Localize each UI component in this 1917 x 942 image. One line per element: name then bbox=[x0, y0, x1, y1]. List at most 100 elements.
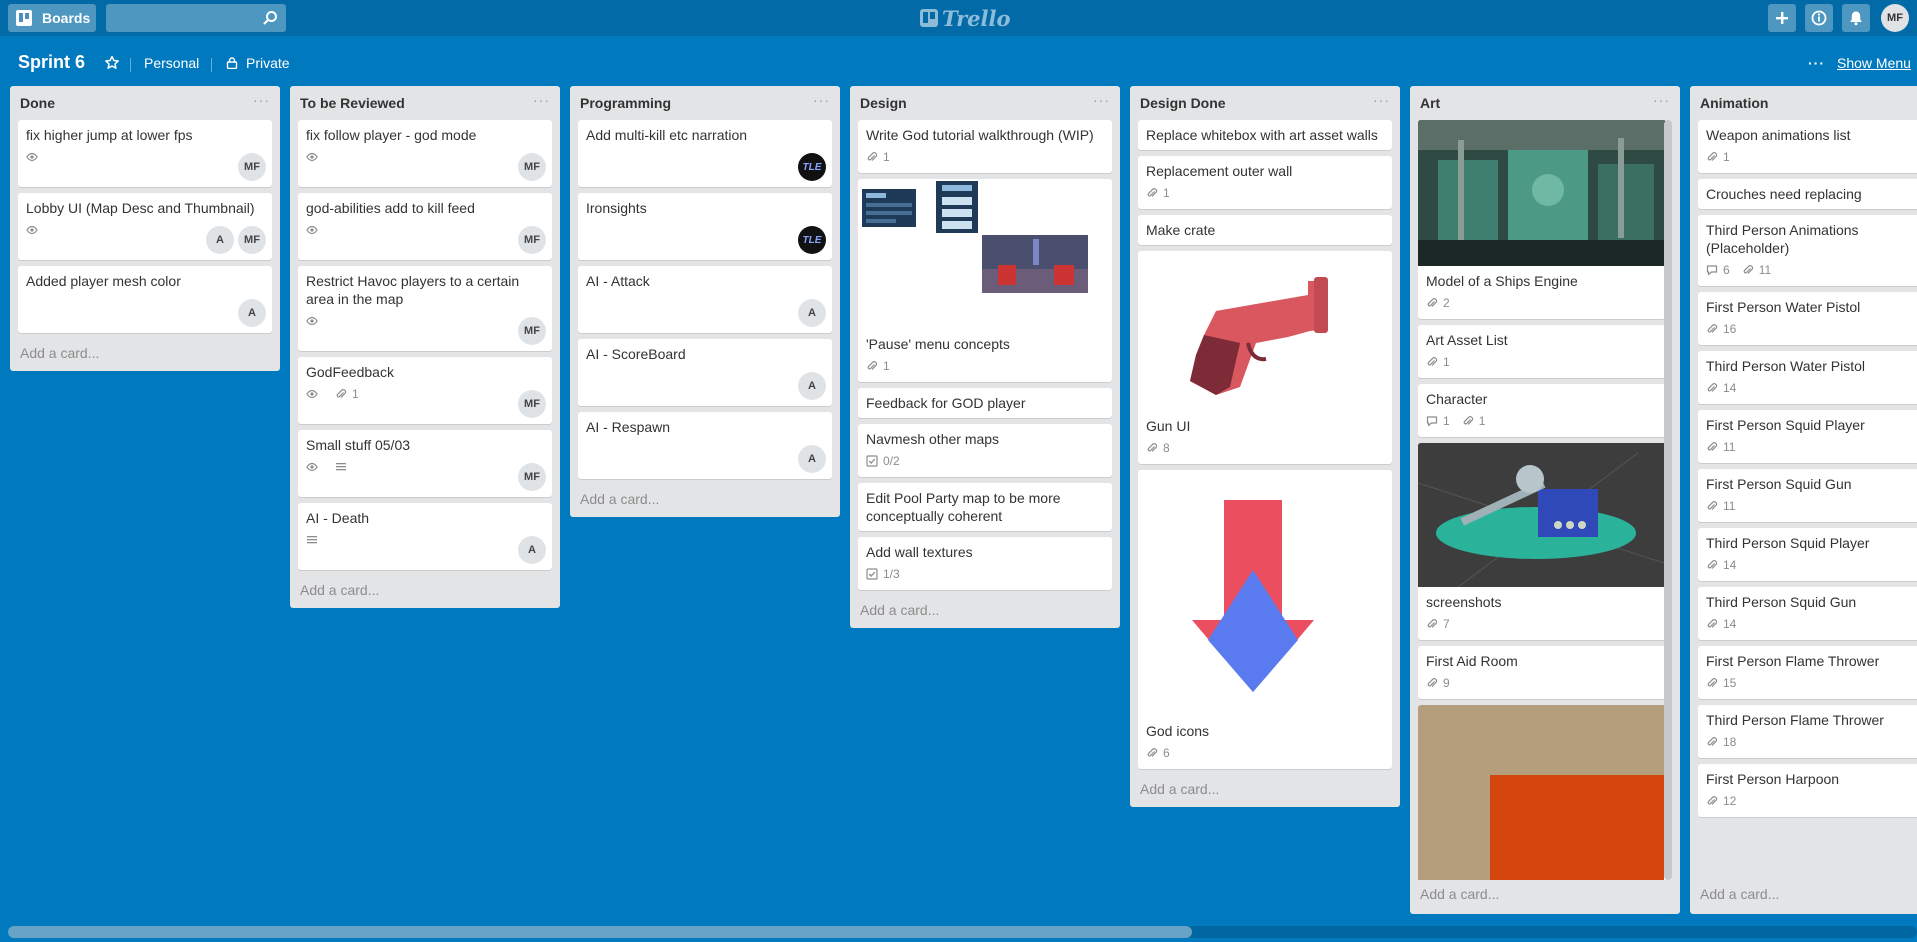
board-team-button[interactable]: Personal bbox=[144, 55, 199, 71]
trello-logo[interactable]: Trello bbox=[920, 6, 1011, 31]
card-title: AI - Respawn bbox=[586, 419, 671, 435]
board-scrollbar-thumb[interactable] bbox=[8, 926, 1192, 938]
card[interactable]: Added player mesh color A bbox=[18, 266, 272, 333]
user-avatar[interactable]: MF bbox=[1881, 4, 1909, 32]
card[interactable]: God icons 6 bbox=[1138, 470, 1392, 769]
board-title[interactable]: Sprint 6 bbox=[18, 52, 85, 73]
boards-button[interactable]: Boards bbox=[8, 4, 96, 32]
card[interactable]: Third Person Squid Player 14 bbox=[1698, 528, 1917, 581]
list-title[interactable]: Programming bbox=[580, 95, 671, 111]
avatar[interactable]: TLE bbox=[798, 226, 826, 254]
search-input[interactable] bbox=[106, 4, 286, 32]
board-visibility-button[interactable]: Private bbox=[226, 55, 290, 71]
list-title[interactable]: Design Done bbox=[1140, 95, 1226, 111]
list-menu-icon[interactable]: ··· bbox=[1373, 92, 1390, 108]
card[interactable]: 'Pause' menu concepts 1 bbox=[858, 179, 1112, 382]
card[interactable]: First Person Squid Gun 11 bbox=[1698, 469, 1917, 522]
card[interactable]: AI - Death A bbox=[298, 503, 552, 570]
avatar[interactable]: MF bbox=[518, 317, 546, 345]
card[interactable]: Ironsights TLE bbox=[578, 193, 832, 260]
card-title: AI - ScoreBoard bbox=[586, 346, 686, 362]
add-card-button[interactable]: Add a card... bbox=[1690, 880, 1917, 912]
card[interactable]: Weapon animations list 1 bbox=[1698, 120, 1917, 173]
card[interactable]: Third Person Water Pistol 14 bbox=[1698, 351, 1917, 404]
card[interactable]: First Aid Room 9 bbox=[1418, 646, 1666, 699]
avatar[interactable]: A bbox=[798, 445, 826, 473]
info-button[interactable] bbox=[1805, 4, 1833, 32]
avatar[interactable]: TLE bbox=[798, 153, 826, 181]
list-menu-icon[interactable]: ··· bbox=[813, 92, 830, 108]
avatar[interactable]: A bbox=[238, 299, 266, 327]
avatar[interactable]: A bbox=[798, 372, 826, 400]
card[interactable]: First Person Water Pistol 16 bbox=[1698, 292, 1917, 345]
card[interactable] bbox=[1418, 705, 1666, 880]
card[interactable]: Character 1 1 bbox=[1418, 384, 1666, 437]
card-title: First Person Squid Player bbox=[1706, 417, 1865, 433]
card[interactable]: Add multi-kill etc narration TLE bbox=[578, 120, 832, 187]
search-icon[interactable] bbox=[262, 10, 278, 26]
card[interactable]: fix follow player - god mode MF bbox=[298, 120, 552, 187]
add-card-button[interactable]: Add a card... bbox=[1410, 880, 1680, 912]
card[interactable]: Edit Pool Party map to be more conceptua… bbox=[858, 483, 1112, 531]
card[interactable]: fix higher jump at lower fps MF bbox=[18, 120, 272, 187]
attachment-count: 1 bbox=[883, 359, 890, 373]
avatar[interactable]: A bbox=[518, 536, 546, 564]
list-menu-icon[interactable]: ··· bbox=[533, 92, 550, 108]
card[interactable]: Model of a Ships Engine 2 bbox=[1418, 120, 1666, 319]
avatar[interactable]: MF bbox=[238, 226, 266, 254]
card[interactable]: GodFeedback 1 MF bbox=[298, 357, 552, 424]
card[interactable]: Make crate bbox=[1138, 215, 1392, 245]
card[interactable]: Lobby UI (Map Desc and Thumbnail) A MF bbox=[18, 193, 272, 260]
paperclip-icon bbox=[1427, 357, 1438, 366]
add-card-button[interactable]: Add a card... bbox=[290, 576, 560, 608]
avatar[interactable]: MF bbox=[518, 153, 546, 181]
show-menu-button[interactable]: ··· Show Menu bbox=[1808, 55, 1911, 71]
card[interactable]: Art Asset List 1 bbox=[1418, 325, 1666, 378]
add-card-button[interactable]: Add a card... bbox=[850, 596, 1120, 628]
list-title[interactable]: Done bbox=[20, 95, 55, 111]
avatar[interactable]: MF bbox=[518, 463, 546, 491]
card[interactable]: god-abilities add to kill feed MF bbox=[298, 193, 552, 260]
card[interactable]: Feedback for GOD player bbox=[858, 388, 1112, 418]
card[interactable]: AI - Respawn A bbox=[578, 412, 832, 479]
list-header: Art ··· bbox=[1410, 86, 1680, 120]
add-card-button[interactable]: Add a card... bbox=[10, 339, 280, 371]
card[interactable]: Third Person Squid Gun 14 bbox=[1698, 587, 1917, 640]
card[interactable]: Gun UI 8 bbox=[1138, 251, 1392, 464]
card[interactable]: Add wall textures 1/3 bbox=[858, 537, 1112, 590]
star-icon[interactable] bbox=[104, 55, 120, 71]
card[interactable]: Crouches need replacing bbox=[1698, 179, 1917, 209]
card[interactable]: Write God tutorial walkthrough (WIP) 1 bbox=[858, 120, 1112, 173]
card[interactable]: First Person Squid Player 11 bbox=[1698, 410, 1917, 463]
card[interactable]: screenshots 7 bbox=[1418, 443, 1666, 640]
card[interactable]: First Person Flame Thrower 15 bbox=[1698, 646, 1917, 699]
add-card-button[interactable]: Add a card... bbox=[570, 485, 840, 517]
card[interactable]: Third Person Animations (Placeholder) 6 … bbox=[1698, 215, 1917, 286]
list-menu-icon[interactable]: ··· bbox=[1653, 92, 1670, 108]
add-card-button[interactable]: Add a card... bbox=[1130, 775, 1400, 807]
list-title[interactable]: Animation bbox=[1700, 95, 1768, 111]
list-menu-icon[interactable]: ··· bbox=[253, 92, 270, 108]
avatar[interactable]: MF bbox=[518, 226, 546, 254]
avatar[interactable]: MF bbox=[238, 153, 266, 181]
notifications-button[interactable] bbox=[1842, 4, 1870, 32]
card[interactable]: Third Person Flame Thrower 18 bbox=[1698, 705, 1917, 758]
card[interactable]: Restrict Havoc players to a certain area… bbox=[298, 266, 552, 351]
list-title[interactable]: To be Reviewed bbox=[300, 95, 405, 111]
card[interactable]: First Person Harpoon 12 bbox=[1698, 764, 1917, 817]
add-button[interactable] bbox=[1768, 4, 1796, 32]
card[interactable]: AI - ScoreBoard A bbox=[578, 339, 832, 406]
card[interactable]: Navmesh other maps 0/2 bbox=[858, 424, 1112, 477]
avatar[interactable]: A bbox=[206, 226, 234, 254]
list-title[interactable]: Design bbox=[860, 95, 907, 111]
avatar[interactable]: MF bbox=[518, 390, 546, 418]
card[interactable]: AI - Attack A bbox=[578, 266, 832, 333]
card[interactable]: Small stuff 05/03 MF bbox=[298, 430, 552, 497]
eye-icon bbox=[306, 462, 318, 472]
list-scrollbar[interactable] bbox=[1664, 120, 1672, 880]
avatar[interactable]: A bbox=[798, 299, 826, 327]
card[interactable]: Replace whitebox with art asset walls bbox=[1138, 120, 1392, 150]
card[interactable]: Replacement outer wall 1 bbox=[1138, 156, 1392, 209]
list-title[interactable]: Art bbox=[1420, 95, 1440, 111]
list-menu-icon[interactable]: ··· bbox=[1093, 92, 1110, 108]
